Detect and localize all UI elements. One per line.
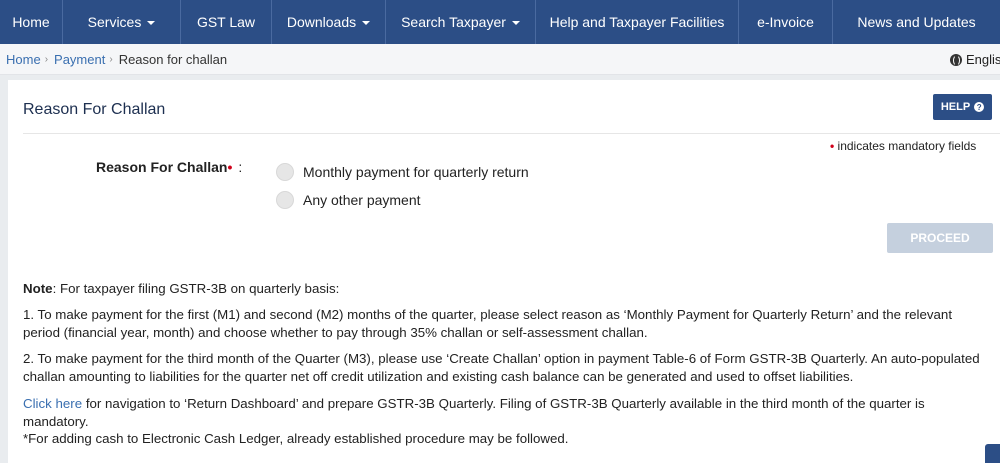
nav-services-label: Services <box>87 14 142 30</box>
help-button[interactable]: HELP ? <box>933 94 992 120</box>
chevron-down-icon <box>147 21 156 25</box>
help-button-label: HELP <box>940 101 971 113</box>
scroll-to-top-button[interactable] <box>985 444 1000 463</box>
nav-e-invoice-label: e-Invoice <box>757 14 814 30</box>
nav-news-updates[interactable]: News and Updates <box>833 0 1000 44</box>
required-marker: • <box>830 139 835 153</box>
nav-help-taxpayer-facilities-label: Help and Taxpayer Facilities <box>549 14 725 30</box>
nav-home-label: Home <box>12 14 50 30</box>
nav-downloads[interactable]: Downloads <box>272 0 386 44</box>
note-dashboard-text: for navigation to ‘Return Dashboard’ and… <box>23 396 925 429</box>
nav-search-taxpayer[interactable]: Search Taxpayer <box>386 0 536 44</box>
radio-label: Monthly payment for quarterly return <box>303 164 529 180</box>
nav-search-taxpayer-label: Search Taxpayer <box>401 14 506 30</box>
note-heading: Note <box>23 281 53 296</box>
click-here-link[interactable]: Click here <box>23 396 82 411</box>
radio-button[interactable] <box>276 191 294 209</box>
breadcrumb-current: Reason for challan <box>118 52 228 67</box>
radio-button[interactable] <box>276 163 294 181</box>
note-footnote: *For adding cash to Electronic Cash Ledg… <box>23 431 569 446</box>
nav-help-taxpayer-facilities[interactable]: Help and Taxpayer Facilities <box>536 0 739 44</box>
divider <box>23 133 1000 134</box>
globe-icon <box>950 53 962 66</box>
nav-gst-law-label: GST Law <box>196 14 256 30</box>
reason-label-colon: : <box>238 159 243 175</box>
nav-news-updates-label: News and Updates <box>857 14 976 30</box>
note-dashboard: Click here for navigation to ‘Return Das… <box>23 395 983 431</box>
question-icon: ? <box>974 102 985 112</box>
chevron-down-icon <box>511 21 520 25</box>
breadcrumb-separator: › <box>109 54 113 65</box>
radio-label: Any other payment <box>303 192 421 208</box>
breadcrumb-payment[interactable]: Payment <box>54 52 105 67</box>
chevron-down-icon <box>362 21 371 25</box>
required-marker: • <box>227 159 233 175</box>
breadcrumb-bar: Home › Payment › Reason for challan Engl… <box>0 44 1000 75</box>
page-title: Reason For Challan <box>23 101 166 118</box>
mandatory-fields-text: indicates mandatory fields <box>837 139 977 153</box>
proceed-button[interactable]: PROCEED <box>887 223 993 253</box>
note-point-2: 2. To make payment for the third month o… <box>23 351 980 384</box>
nav-downloads-label: Downloads <box>286 14 357 30</box>
note-intro-text: : For taxpayer filing GSTR-3B on quarter… <box>52 281 340 296</box>
radio-monthly-quarterly[interactable]: Monthly payment for quarterly return <box>276 163 529 181</box>
reason-label-text: Reason For Challan <box>96 159 228 175</box>
breadcrumb: Home › Payment › Reason for challan <box>6 52 227 67</box>
nav-home[interactable]: Home <box>0 0 63 44</box>
nav-gst-law[interactable]: GST Law <box>181 0 272 44</box>
breadcrumb-home[interactable]: Home <box>6 52 41 67</box>
language-selector[interactable]: English <box>950 52 1000 67</box>
note-point-1: 1. To make payment for the first (M1) an… <box>23 307 953 340</box>
challan-panel: Reason For Challan HELP ? • indicates ma… <box>8 80 1000 463</box>
top-navigation: Home Services GST Law Downloads Search T… <box>0 0 1000 44</box>
language-label: English <box>966 52 1000 67</box>
nav-services[interactable]: Services <box>63 0 181 44</box>
nav-e-invoice[interactable]: e-Invoice <box>739 0 833 44</box>
reason-field-label: Reason For Challan•: <box>96 159 242 175</box>
note-intro: Note: For taxpayer filing GSTR-3B on qua… <box>23 280 983 298</box>
mandatory-fields-note: • indicates mandatory fields <box>830 139 976 153</box>
radio-any-other[interactable]: Any other payment <box>276 191 421 209</box>
breadcrumb-separator: › <box>44 54 49 65</box>
